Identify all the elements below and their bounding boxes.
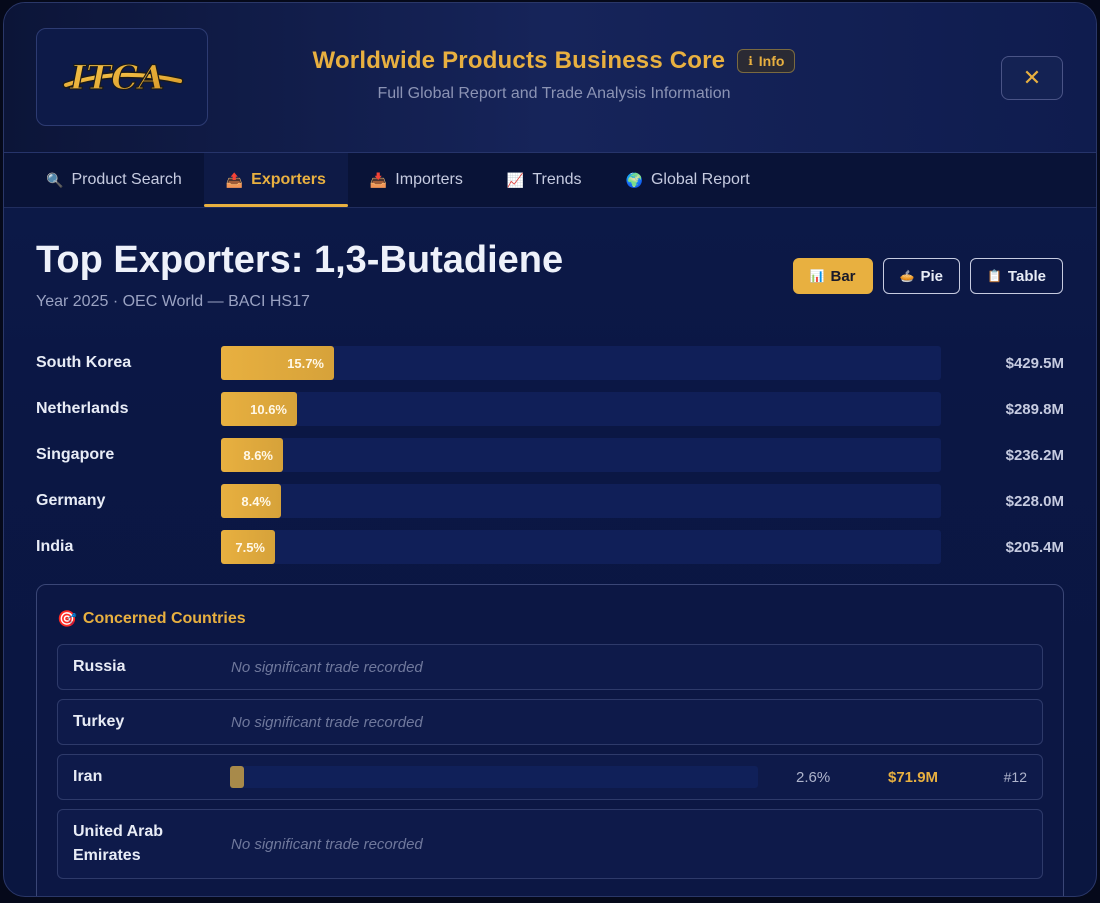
bar-track: 10.6% (221, 392, 941, 426)
share-label: 2.6% (796, 768, 831, 786)
no-trade-note: No significant trade recorded (231, 713, 423, 731)
info-button[interactable]: ℹ Info (737, 49, 796, 73)
country-name: South Korea (36, 354, 132, 371)
no-trade-note: No significant trade recorded (231, 658, 423, 676)
country-name: Singapore (36, 446, 115, 463)
outbox-icon: 📤 (225, 171, 244, 188)
header: ITCA Worldwide Products Business Core ℹ … (4, 3, 1096, 153)
tab-label: Product Search (71, 171, 182, 188)
button-label: Table (1007, 267, 1046, 285)
tab-exporters[interactable]: 📤 Exporters (203, 153, 349, 207)
view-toggle: 📊 Bar 🥧 Pie 📋 Table (792, 258, 1063, 294)
bar-track: 15.7% (221, 346, 941, 380)
report-window: ITCA Worldwide Products Business Core ℹ … (3, 2, 1097, 897)
share-label: 8.4% (241, 493, 271, 509)
bar-fill: 8.4% (221, 484, 281, 518)
header-titles: Worldwide Products Business Core ℹ Info … (304, 47, 804, 103)
share-label: 15.7% (287, 355, 324, 371)
exporter-row[interactable]: India 7.5% $205.4M (36, 524, 1064, 570)
bar-track: 8.4% (221, 484, 941, 518)
table-view-button[interactable]: 📋 Table (969, 258, 1063, 294)
concerned-countries-panel: 🎯 Concerned Countries Russia No significa… (36, 584, 1064, 896)
trade-value: $289.8M (1005, 400, 1064, 418)
concerned-row[interactable]: Turkey No significant trade recorded (57, 699, 1043, 745)
button-label: Bar (830, 267, 856, 285)
bar-track: 7.5% (221, 530, 941, 564)
close-button[interactable]: ✕ (1001, 56, 1063, 100)
country-name: Turkey (73, 713, 125, 730)
bar-track (230, 766, 758, 788)
bar-track: 8.6% (221, 438, 941, 472)
bar-fill: 8.6% (221, 438, 283, 472)
tab-global-report[interactable]: 🌍 Global Report (604, 153, 772, 207)
tab-label: Importers (395, 171, 463, 188)
search-icon: 🔍 (46, 171, 64, 188)
close-icon: ✕ (1022, 65, 1042, 90)
tab-product-search[interactable]: 🔍 Product Search (24, 153, 204, 207)
itca-logo: ITCA (36, 28, 208, 126)
trade-value: $228.0M (1005, 492, 1064, 510)
bar-chart-icon: 📊 (809, 269, 825, 283)
exporter-row[interactable]: Singapore 8.6% $236.2M (36, 432, 1064, 478)
tab-label: Global Report (650, 171, 750, 188)
bar-fill: 10.6% (221, 392, 297, 426)
exporter-row[interactable]: South Korea 15.7% $429.5M (36, 340, 1064, 386)
tab-bar: 🔍 Product Search 📤 Exporters 📥 Importers… (4, 153, 1096, 208)
app-title: Worldwide Products Business Core (312, 47, 726, 74)
trade-value: $429.5M (1005, 354, 1064, 372)
share-label: 8.6% (243, 447, 273, 463)
share-label: 10.6% (250, 401, 287, 417)
bar-fill: 15.7% (221, 346, 334, 380)
bar-fill (230, 766, 244, 788)
globe-icon: 🌍 (625, 171, 643, 188)
tab-label: Exporters (251, 171, 326, 188)
info-icon: ℹ (748, 54, 753, 68)
country-name: United Arab Emirates (73, 823, 164, 864)
app-subtitle: Full Global Report and Trade Analysis In… (377, 85, 731, 102)
bar-view-button[interactable]: 📊 Bar (792, 258, 873, 294)
tab-label: Trends (532, 171, 582, 188)
exporters-bar-list: South Korea 15.7% $429.5M Netherlands 10.6% $… (36, 340, 1064, 570)
concerned-title: 🎯 Concerned Countries (57, 609, 246, 629)
trade-value: $236.2M (1005, 446, 1064, 464)
concerned-row[interactable]: United Arab Emirates No significant trade… (57, 809, 1043, 879)
page-subtitle: Year 2025 · OEC World — BACI HS17 (36, 293, 310, 310)
rank-label: #12 (1003, 769, 1027, 785)
exporter-row[interactable]: Germany 8.4% $228.0M (36, 478, 1064, 524)
pie-icon: 🥧 (899, 269, 915, 283)
pie-view-button[interactable]: 🥧 Pie (882, 258, 960, 294)
button-label: Pie (920, 267, 943, 285)
clipboard-icon: 📋 (986, 269, 1002, 283)
inbox-icon: 📥 (369, 171, 388, 188)
concerned-row[interactable]: Iran 2.6% $71.9M #12 (57, 754, 1043, 800)
exporter-row[interactable]: Netherlands 10.6% $289.8M (36, 386, 1064, 432)
info-label: Info (758, 53, 785, 69)
country-name: Russia (73, 658, 126, 675)
tab-trends[interactable]: 📈 Trends (485, 153, 604, 207)
bar-fill: 7.5% (221, 530, 275, 564)
svg-text:ITCA: ITCA (69, 58, 165, 98)
page-title: Top Exporters: 1,3-Butadiene (36, 239, 564, 281)
chart-up-icon: 📈 (506, 171, 525, 188)
country-name: Netherlands (36, 400, 129, 417)
country-name: Iran (73, 768, 103, 785)
target-icon: 🎯 (57, 611, 77, 628)
share-label: 7.5% (235, 539, 265, 555)
itca-logo-mark: ITCA (62, 57, 184, 99)
country-name: India (36, 538, 74, 555)
country-name: Germany (36, 492, 106, 509)
trade-value: $205.4M (1005, 538, 1064, 556)
tab-importers[interactable]: 📥 Importers (348, 153, 485, 207)
no-trade-note: No significant trade recorded (231, 835, 423, 853)
concerned-row[interactable]: Russia No significant trade recorded (57, 644, 1043, 690)
concerned-title-label: Concerned Countries (82, 610, 246, 627)
trade-value: $71.9M (888, 768, 939, 786)
